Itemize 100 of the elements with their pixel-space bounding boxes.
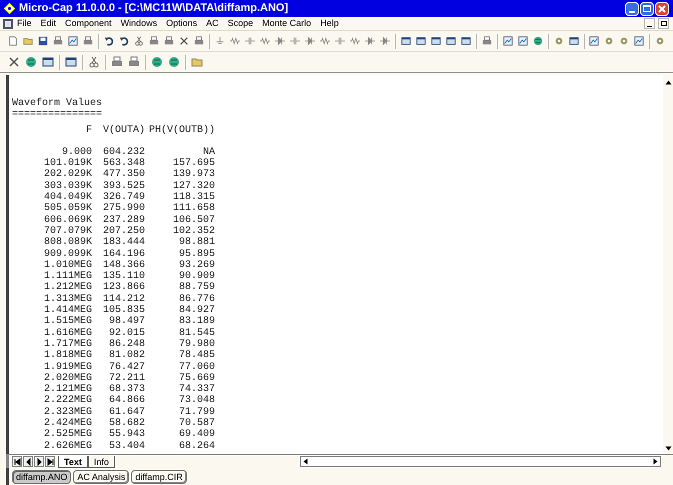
table-cell: 76.427 xyxy=(108,362,145,373)
ground-icon[interactable] xyxy=(214,35,225,47)
diode-icon[interactable] xyxy=(304,35,315,47)
delete-icon[interactable] xyxy=(179,35,190,47)
file-tab[interactable]: diffamp.ANO xyxy=(12,470,72,484)
menu-item[interactable]: Scope xyxy=(228,16,254,30)
window-icon[interactable] xyxy=(460,35,471,47)
window-icon[interactable] xyxy=(446,35,456,47)
table-cell: 61.647 xyxy=(108,406,145,418)
window-icon[interactable] xyxy=(568,35,579,47)
menu-item[interactable]: Component xyxy=(65,16,112,30)
table-cell: 2.525MEG xyxy=(44,429,92,440)
table-cell: 64.866 xyxy=(108,395,145,406)
capacitor-icon[interactable] xyxy=(244,35,255,47)
table-cell: 93.269 xyxy=(178,260,215,271)
table-cell: 707.079K xyxy=(44,226,92,237)
folder-icon[interactable] xyxy=(191,56,203,68)
globe-icon[interactable] xyxy=(25,56,37,68)
horizontal-scrollbar[interactable] xyxy=(300,456,661,467)
globe-icon[interactable] xyxy=(151,56,163,68)
scissors-icon[interactable] xyxy=(88,56,100,68)
table-cell: 1.717MEG xyxy=(44,338,92,350)
window-icon[interactable] xyxy=(416,35,426,47)
diode-icon[interactable] xyxy=(365,35,376,47)
printer-icon[interactable] xyxy=(53,35,64,47)
menu-item[interactable]: Options xyxy=(166,16,198,30)
printer-icon[interactable] xyxy=(111,56,123,68)
window-icon[interactable] xyxy=(430,35,441,47)
restore-button[interactable] xyxy=(658,18,669,29)
chart-icon[interactable] xyxy=(589,35,600,47)
tab-scroll-button[interactable] xyxy=(23,456,33,467)
table-cell: 118.315 xyxy=(172,192,215,204)
tab-scroll-button[interactable] xyxy=(34,456,44,467)
chart-icon[interactable] xyxy=(518,35,528,47)
printer-icon[interactable] xyxy=(164,35,174,47)
menu-item[interactable]: AC xyxy=(206,16,219,30)
table-cell: 2.222MEG xyxy=(44,395,92,406)
menu-item[interactable]: Edit xyxy=(40,16,56,30)
table-cell: 148.366 xyxy=(102,260,145,271)
capacitor-icon[interactable] xyxy=(334,35,345,47)
folder-icon[interactable] xyxy=(23,35,34,47)
globe-icon[interactable] xyxy=(168,56,180,68)
diode-icon[interactable] xyxy=(380,35,390,47)
resistor-icon[interactable] xyxy=(260,35,270,47)
scroll-right-icon[interactable] xyxy=(653,458,658,465)
table-cell: 1.919MEG xyxy=(44,362,92,373)
table-cell: 95.895 xyxy=(178,248,215,260)
close-button[interactable] xyxy=(655,2,669,16)
chart-icon[interactable] xyxy=(502,35,513,47)
scroll-up-icon[interactable] xyxy=(664,80,672,85)
document-icon[interactable] xyxy=(3,18,13,28)
window-icon[interactable] xyxy=(400,35,411,47)
printer-icon[interactable] xyxy=(148,35,159,47)
capacitor-icon[interactable] xyxy=(290,35,300,47)
resistor-icon[interactable] xyxy=(230,35,240,47)
sheet-tab[interactable]: Text xyxy=(58,456,88,468)
printer-icon[interactable] xyxy=(482,35,492,47)
tab-scroll-button[interactable] xyxy=(45,456,55,467)
sheet-tab[interactable]: Info xyxy=(88,456,115,468)
delete-icon[interactable] xyxy=(8,56,20,68)
chart-icon[interactable] xyxy=(68,35,78,47)
table-cell: 237.289 xyxy=(102,214,145,226)
menu-item[interactable]: Windows xyxy=(120,16,158,30)
table-cell: 58.682 xyxy=(108,418,145,430)
menu-item[interactable]: Monte Carlo xyxy=(262,16,312,30)
page-icon[interactable] xyxy=(8,35,18,47)
menu-item[interactable]: File xyxy=(17,16,32,30)
scissors-icon[interactable] xyxy=(134,35,144,47)
printer-icon[interactable] xyxy=(128,56,140,68)
scroll-left-icon[interactable] xyxy=(302,458,308,465)
diode-icon[interactable] xyxy=(274,35,285,47)
file-tab[interactable]: AC Analysis xyxy=(73,470,130,484)
resistor-icon[interactable] xyxy=(320,35,330,47)
table-cell: 92.015 xyxy=(108,328,145,339)
column-header: V(OUTA) xyxy=(102,124,145,136)
maximize-button[interactable] xyxy=(640,2,654,16)
window-icon[interactable] xyxy=(42,56,54,68)
undo-icon[interactable] xyxy=(104,35,114,47)
window-icon[interactable] xyxy=(65,56,77,68)
table-cell: 1.111MEG xyxy=(44,271,92,282)
scroll-down-icon[interactable] xyxy=(664,446,672,451)
table-cell: 70.587 xyxy=(178,418,215,430)
table-cell: 123.866 xyxy=(102,282,145,294)
table-cell: 73.048 xyxy=(178,395,215,406)
minimize-button[interactable] xyxy=(644,18,655,29)
printer-icon[interactable] xyxy=(194,35,204,47)
table-cell: 79.980 xyxy=(178,338,215,350)
table-cell: 1.212MEG xyxy=(44,282,92,294)
tab-scroll-button[interactable] xyxy=(12,456,22,467)
file-tab[interactable]: diffamp.CIR xyxy=(131,470,187,484)
table-cell: 909.099K xyxy=(44,248,92,260)
chart-icon[interactable] xyxy=(634,35,644,47)
printer-icon[interactable] xyxy=(83,35,94,47)
table-cell: 84.927 xyxy=(178,305,215,316)
menu-item[interactable]: Help xyxy=(320,16,339,30)
table-cell: 77.060 xyxy=(178,362,215,373)
undo-icon[interactable] xyxy=(118,35,129,47)
resistor-icon[interactable] xyxy=(350,35,360,47)
globe-icon[interactable] xyxy=(532,35,543,47)
table-cell: 1.010MEG xyxy=(44,260,92,271)
